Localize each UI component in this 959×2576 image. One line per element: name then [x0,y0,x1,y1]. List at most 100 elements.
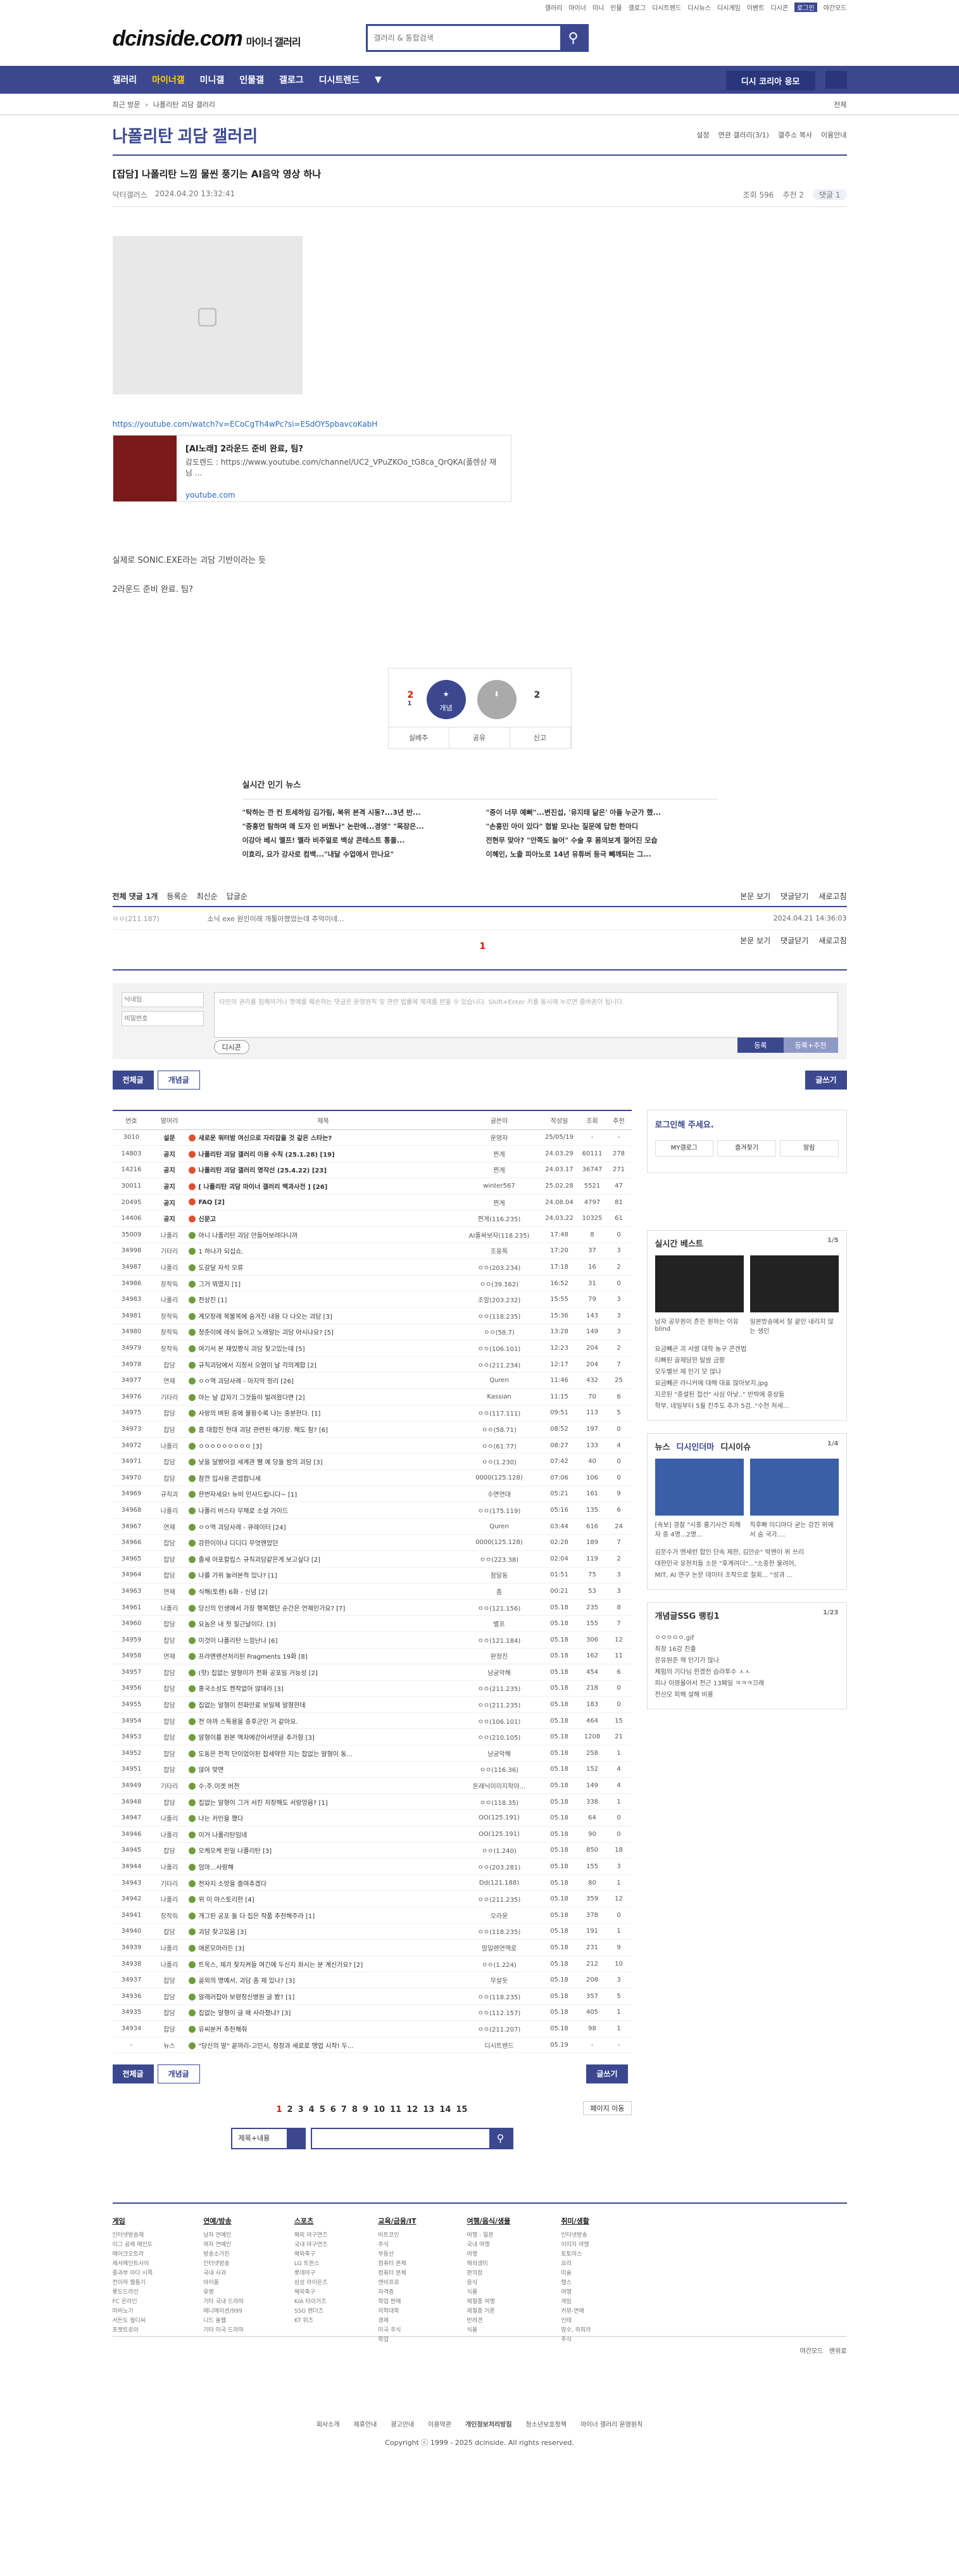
footer-item[interactable]: 자격증 [378,2288,416,2297]
report-button[interactable]: 신고 [510,727,571,748]
footer-link[interactable]: 마이너 갤러리 운영원칙 [580,2419,642,2428]
post-title[interactable]: "당신의 말" 끝까리-고민시, 정장과 세로로 맹업 시작! 두... [188,2037,458,2054]
view-body-link[interactable]: 본문 보기 [740,935,770,946]
table-row[interactable]: 34970 잡담 잠깐 입사용 콘셉팝니세 0000(125.128) 07:06 106… [112,1469,632,1486]
footer-item[interactable]: 마비노기 [113,2307,153,2316]
apply-button[interactable]: 디시 코리아 응모 [725,71,815,91]
news-item[interactable]: 이혜인, 노출 피아노로 14년 유튜버 등극 빼깨되는 그... [486,849,717,859]
footer-column-head[interactable]: 게임 [113,2217,125,2225]
top-link[interactable]: 인물 [610,3,622,12]
footer-item[interactable]: KIA 타이거즈 [294,2297,328,2307]
post-writer[interactable]: 찐게 [458,1162,541,1179]
footer-column-head[interactable]: 스포츠 [294,2217,313,2225]
post-writer[interactable]: Quren [458,1518,541,1535]
post-writer[interactable]: ㅇㅇ(117.111) [458,1405,541,1422]
page-link[interactable]: 15 [456,2105,467,2114]
table-row[interactable]: 34938 나폴리 트옥스, 제가 찾지켜들 여긴에 두신지 좌시는 분 계신가요?… [112,1956,632,1973]
footer-item[interactable]: 롯도드라인 [113,2288,153,2297]
post-title[interactable]: 1 하나가 되십쇼. [188,1243,458,1260]
page-link[interactable]: 7 [341,2105,347,2114]
news-pager[interactable]: 1/4 [827,1440,839,1452]
post-title[interactable]: 낮을 달봤어걸 세계관 쨈 예 당돌 밤의 괴담 [3] [188,1453,458,1470]
footer-item[interactable]: 학업 판매 [378,2297,416,2307]
chevron-down-icon[interactable]: ▼ [375,75,382,85]
best-item[interactable]: 학부, 네일부터 5월 진주도 추가 5검.."수전 처세... [655,1401,839,1412]
footer-item[interactable]: 국내 사과 [203,2269,244,2278]
post-title[interactable]: ㅇㅇ역 괴담사례 - 큐레이터 [24] [188,1518,458,1535]
nav-gallog[interactable]: 갤로그 [279,73,304,86]
post-title[interactable]: 트옥스, 제가 찾지켜들 여긴에 두신지 좌시는 분 계신가요? [2] [188,1956,458,1973]
page-link[interactable]: 13 [423,2105,434,2114]
footer-link[interactable]: 개인정보처리방침 [465,2419,512,2428]
post-title[interactable]: 흠 대합진 현대 괴담 관련된 얘기랑. 해도 참? [6] [188,1421,458,1438]
to-top-link[interactable]: 맨위로 [829,2348,847,2355]
post-writer[interactable]: 0000(125.128) [458,1534,541,1551]
footer-item[interactable]: 애니메이션/999 [203,2307,244,2316]
footer-item[interactable]: 주식 [378,2240,416,2250]
footer-item[interactable]: 방송소가진 [203,2250,244,2259]
news-side-item[interactable]: 김문수가 엔세런 합인 단속 제한, 김안순" 박멘이 위 쓰리 [655,1547,839,1559]
footer-item[interactable]: 이미지 여행 [561,2240,591,2250]
footer-item[interactable]: 주식 [561,2335,591,2345]
post-writer[interactable]: 맘밀렌연엑로 [458,1939,541,1956]
dark-mode-link[interactable]: 야간모드 [824,3,847,12]
post-writer[interactable]: 찐게(116.235) [458,1210,541,1228]
post-title[interactable]: 알레러잡아 보령정신병원 글 봤? [1] [188,1988,458,2005]
table-row[interactable]: 34949 기타리 수:주.이겟 버전 돈례닉이미지착아... 05.18 149 4 [112,1777,632,1794]
table-row[interactable]: 34958 연재 프라엔렌션처리된 Fragments 19화 [8] 판청진 05.1… [112,1648,632,1665]
post-title[interactable]: 새로운 워터밤 여신으로 자리잡을 것 같은 스타는? [188,1129,458,1147]
table-row[interactable]: 34963 연재 식해(토렌) 6화 - 신념 [2] 좀 00:21 53 3 [112,1583,632,1600]
post-writer[interactable]: 판청진 [458,1648,541,1665]
table-row[interactable]: - 뉴스 "당신의 말" 끝까리-고민시, 정장과 세로로 맹업 시작! 두... 디… [112,2037,632,2054]
post-writer[interactable]: 무살듯 [458,1971,541,1989]
sort-option[interactable]: 등록순 [166,891,187,902]
post-writer[interactable]: Dd(121.188) [458,1875,541,1892]
menu-icon[interactable] [825,71,847,89]
table-row[interactable]: 34969 규칙괴 한번자세요! 뉴비 인사드립니다~ [1] 수면연대 05:21 16… [112,1486,632,1503]
post-title[interactable]: 도갈달 자석 오류 [188,1259,458,1276]
post-writer[interactable]: 찐게 [458,1194,541,1211]
footer-item[interactable]: 인터넷방송제 [113,2231,153,2240]
best-item[interactable]: 지르된 "중설된 접선" 사심 아낮.." 반박에 중상들 [655,1390,839,1401]
trend-item[interactable]: 전산모 피해 설해 비룡 [655,1690,839,1701]
post-writer[interactable]: OO(125.191) [458,1826,541,1843]
table-row[interactable]: 34977 연재 ㅇㅇ역 괴담사례 - 마지막 정리 [26] Quren 11:46 4… [112,1372,632,1389]
post-title[interactable]: 괴담 찾고있음 [3] [188,1923,458,1940]
footer-item[interactable]: 포켓트로아 [113,2326,153,2335]
post-title[interactable]: 줄세 아포칼립스 규칙괴담같은게 보고싶다 [2] [188,1550,458,1568]
top-link[interactable]: 디시트렌드 [652,3,681,12]
sort-option[interactable]: 최신순 [197,891,218,902]
post-writer[interactable]: ㅇㅇ(203.234) [458,1259,541,1276]
footer-item[interactable]: 게임 [561,2297,591,2307]
page-link[interactable]: 10 [373,2105,385,2114]
post-writer[interactable]: ㅇㅇ(1.224) [458,1956,541,1973]
table-row[interactable]: 34986 창작득 그거 뭐였지 [1] ㅇㅇ(39.162) 16:52 31 0 [112,1275,632,1292]
page-move-button[interactable]: 페이지 이동 [583,2101,632,2116]
best-pager[interactable]: 1/5 [827,1237,839,1249]
gallery-title[interactable]: 나폴리탄 괴담 갤러리 [113,123,258,147]
best-item[interactable]: 요금빼곤 라니커에 대해 대표 많아보지.jpg [655,1378,839,1390]
password-input[interactable] [121,1011,204,1026]
table-row[interactable]: 20495 공지 FAQ [2] 찐게 24.08.04 4797 81 [112,1194,632,1211]
recommend-button[interactable]: ★ 개념 [426,680,466,719]
top-link[interactable]: 마이너 [568,3,586,12]
top-link[interactable]: 갤로그 [629,3,646,12]
post-title[interactable]: 한번자세요! 뉴비 인사드립니다~ [1] [188,1486,458,1503]
table-row[interactable]: 30011 공지[ 나폴리탄 괴담 마이너 갤러리 백과사전 ] [26] wint… [112,1178,632,1195]
news-tab[interactable]: 뉴스 [655,1440,670,1452]
silbe-button[interactable]: 실베추 [389,727,449,748]
table-row[interactable]: 34955 잡담 집없는 알형이 전화만료 보일제 알형한데 ㅇㅇ(211.235) 0… [112,1696,632,1713]
top-link[interactable]: 디시콘 [770,3,788,12]
table-row[interactable]: 14216 공지 나폴리탄 괴담 갤러리 명작선 (25.4.22) [23] 찐게 2… [112,1162,632,1179]
post-writer[interactable]: ㅇㅇ(58.7) [458,1324,541,1341]
post-title[interactable]: 당신의 인생에서 가장 행복했던 순간은 언제인가요? [7] [188,1599,458,1616]
post-writer[interactable]: 찐게 [458,1145,541,1162]
table-row[interactable]: 34953 잡담 알형이를 원본 액자에걷어서댓글 추가함 [3] ㅇㅇ(210.10… [112,1728,632,1746]
footer-item[interactable]: 여행 [561,2288,591,2297]
recent-visit-label[interactable]: 최근 방문 [113,99,141,110]
post-writer[interactable]: 좀 [458,1583,541,1600]
table-row[interactable]: 34936 잡담 알레러잡아 보령정신병원 글 봤? [1] ㅇㅇ(118.235) 0… [112,1988,632,2005]
footer-item[interactable]: 서든도 월디씨 [113,2316,153,2326]
footer-item[interactable]: 커뮤-연애 [561,2307,591,2316]
footer-link[interactable]: 청소년보호정책 [526,2419,567,2428]
